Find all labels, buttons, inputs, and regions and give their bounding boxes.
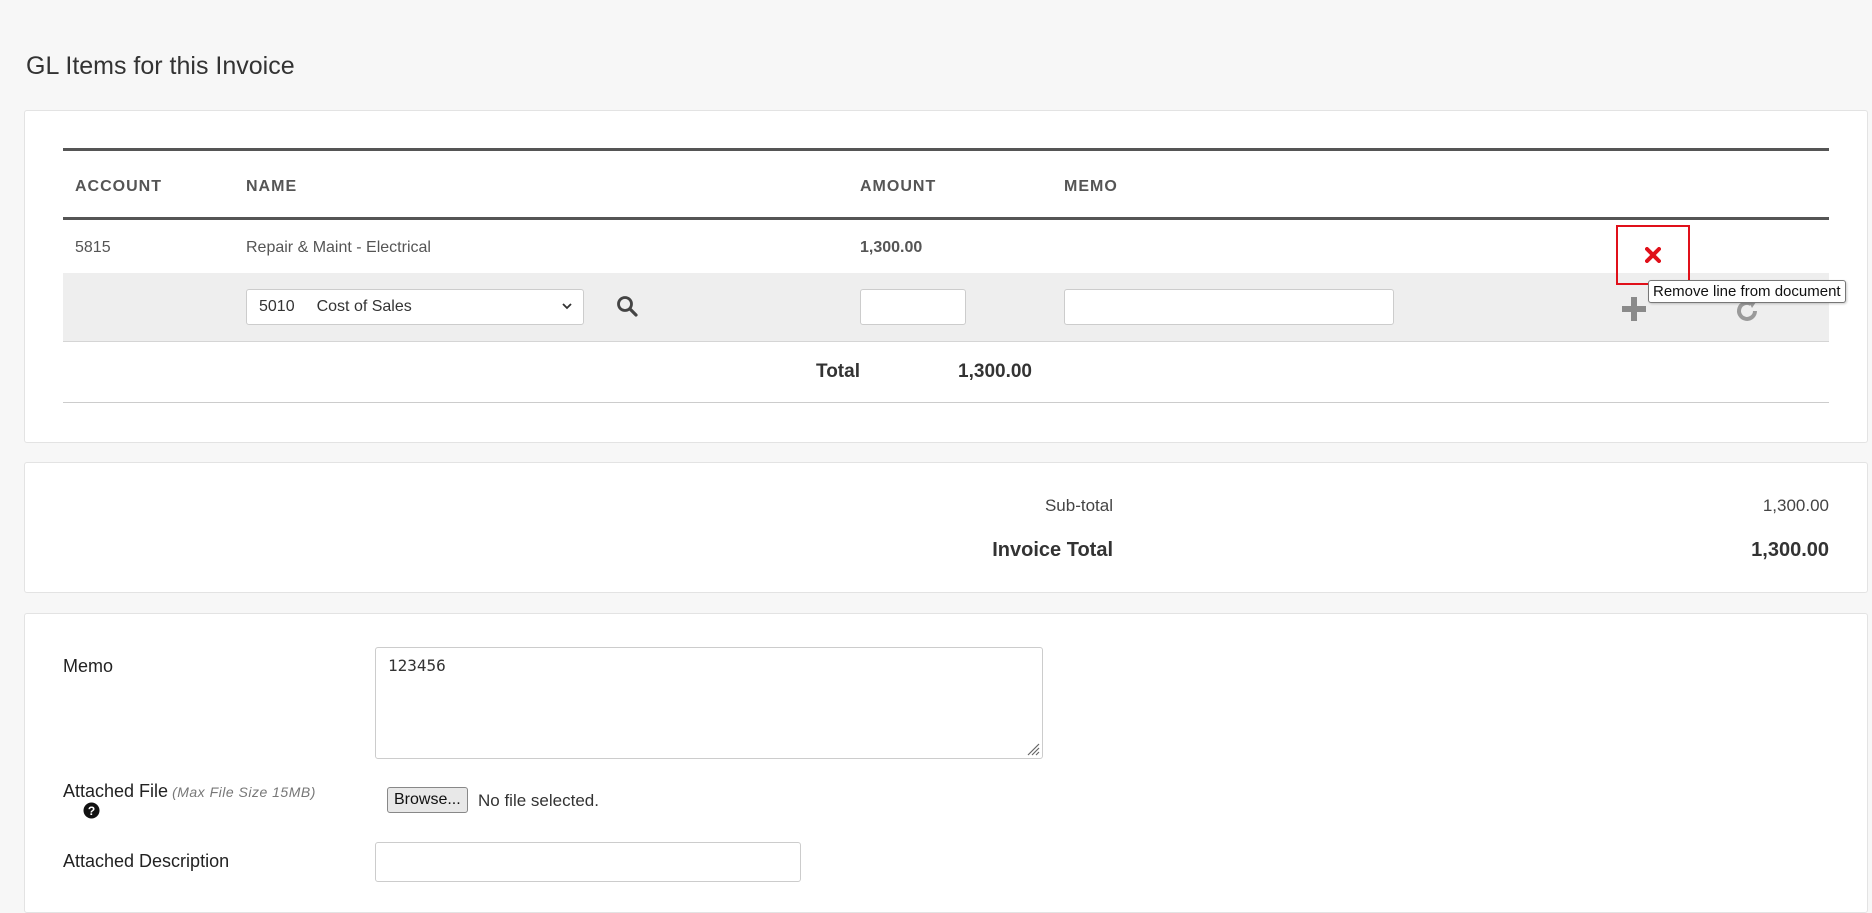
account-select-name: Cost of Sales xyxy=(316,298,412,315)
attached-description-label: Attached Description xyxy=(63,851,230,871)
no-file-selected-text: No file selected. xyxy=(478,791,599,810)
remove-line-button[interactable] xyxy=(1616,225,1690,285)
column-header-account: ACCOUNT xyxy=(75,178,162,195)
table-total-row: Total 1,300.00 xyxy=(63,342,1829,403)
memo-textarea[interactable]: 123456 xyxy=(375,647,1043,759)
memo-input[interactable] xyxy=(1064,289,1394,325)
attached-description-input[interactable] xyxy=(375,842,801,882)
subtotal-value: 1,300.00 xyxy=(1762,496,1829,515)
row-name: Repair & Maint - Electrical xyxy=(246,239,431,256)
chevron-down-icon xyxy=(562,303,572,310)
account-select-number: 5010 xyxy=(259,298,295,315)
totals-panel: Sub-total 1,300.00 Invoice Total 1,300.0… xyxy=(24,462,1868,593)
attached-file-label-group: Attached File (Max File Size 15MB) xyxy=(63,781,316,802)
close-icon xyxy=(1645,247,1661,263)
invoice-total-label: Invoice Total xyxy=(992,539,1113,561)
search-icon[interactable] xyxy=(616,295,638,317)
question-circle-icon[interactable]: ? xyxy=(83,802,100,819)
invoice-total-value: 1,300.00 xyxy=(1751,539,1829,561)
invoice-details-panel: Memo 123456 Attached File (Max File Size … xyxy=(24,613,1868,913)
column-header-amount: AMOUNT xyxy=(860,178,937,195)
plus-icon[interactable] xyxy=(1620,295,1648,323)
amount-input[interactable] xyxy=(860,289,966,325)
attached-file-label: Attached File xyxy=(63,781,169,801)
table-row: 5815 Repair & Maint - Electrical 1,300.0… xyxy=(63,220,1829,273)
column-header-memo: MEMO xyxy=(1064,178,1118,195)
memo-text: 123456 xyxy=(388,656,446,675)
subtotal-label: Sub-total xyxy=(1044,496,1113,515)
table-header: ACCOUNT NAME AMOUNT MEMO xyxy=(63,148,1829,220)
remove-line-tooltip: Remove line from document xyxy=(1648,280,1846,303)
page-title: GL Items for this Invoice xyxy=(26,52,295,80)
total-label: Total xyxy=(816,361,860,382)
max-file-size-note: (Max File Size 15MB) xyxy=(172,784,316,800)
row-amount: 1,300.00 xyxy=(860,239,923,256)
total-value: 1,300.00 xyxy=(958,361,1032,382)
account-select[interactable]: 5010 Cost of Sales xyxy=(246,289,584,325)
gl-items-table: ACCOUNT NAME AMOUNT MEMO 5815 Repair & M… xyxy=(63,148,1829,403)
new-line-row: 5010 Cost of Sales xyxy=(63,273,1829,342)
memo-label: Memo xyxy=(63,656,114,676)
row-account: 5815 xyxy=(75,239,111,256)
gl-items-panel: ACCOUNT NAME AMOUNT MEMO 5815 Repair & M… xyxy=(24,110,1868,443)
column-header-name: NAME xyxy=(246,178,298,195)
svg-text:?: ? xyxy=(88,804,95,818)
browse-button[interactable]: Browse... xyxy=(387,787,468,813)
resize-grip-icon[interactable] xyxy=(1026,742,1040,756)
